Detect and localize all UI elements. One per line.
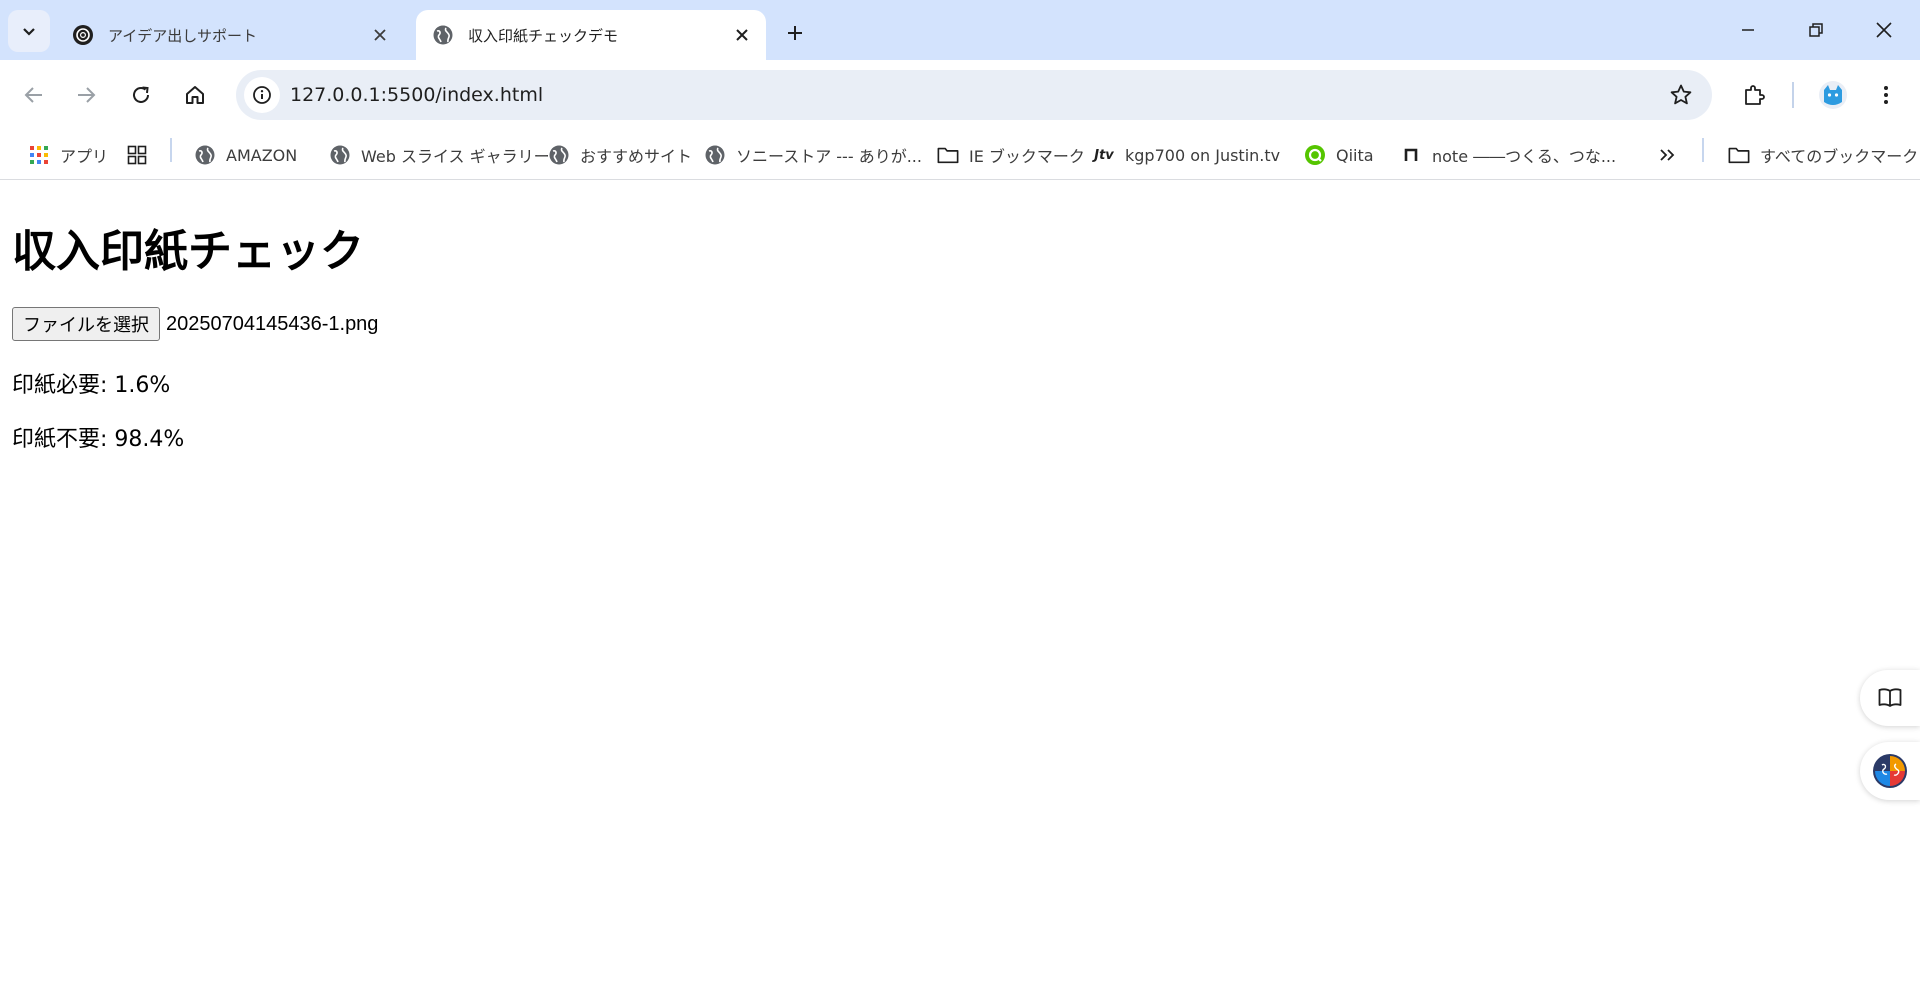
tab-idea-support[interactable]: アイデア出しサポート [56, 10, 404, 60]
bookmark-label: Web スライス ギャラリー [361, 147, 550, 166]
result-label: 印紙不要 [12, 427, 101, 452]
bookmark-label: ソニーストア --- ありが... [736, 147, 922, 166]
reading-mode-button[interactable] [1860, 670, 1920, 726]
minimize-icon [1742, 29, 1754, 31]
plus-icon [788, 26, 802, 40]
new-tab-button[interactable] [778, 16, 812, 50]
info-icon [253, 86, 271, 104]
arrow-left-icon [24, 87, 42, 103]
result-stamp-not-required: 印紙不要: 98.4% [12, 427, 185, 452]
note-icon [1400, 144, 1422, 166]
browser-toolbar: 127.0.0.1:5500/index.html [0, 60, 1920, 130]
bookmark-label: おすすめサイト [580, 147, 693, 166]
profile-avatar[interactable] [1813, 75, 1853, 115]
bookmarks-bar: アプリ AMAZON Web スライス ギャラリー おすすめサイト ソニーストア… [0, 130, 1920, 180]
bookmark-recommended-sites[interactable]: おすすめサイト [548, 140, 692, 170]
bookmarks-overflow-button[interactable] [1656, 140, 1688, 170]
bookmark-all-bookmarks[interactable]: すべてのブックマーク [1728, 140, 1918, 170]
globe-icon [432, 24, 454, 46]
tab-title: 収入印紙チェックデモ [468, 26, 619, 45]
folder-icon [937, 144, 959, 166]
bookmark-label: アプリ [60, 147, 109, 166]
bookmark-label: kgp700 on Justin.tv [1125, 145, 1281, 165]
bookmark-label: Qiita [1336, 145, 1374, 165]
puzzle-icon [1745, 85, 1765, 105]
bookmark-qiita[interactable]: Qiita [1304, 140, 1374, 170]
extensions-button[interactable] [1734, 75, 1774, 115]
window-close-button[interactable] [1856, 8, 1912, 52]
assistant-button[interactable] [1860, 742, 1920, 800]
tab-groups-icon [126, 144, 148, 166]
folder-icon [1728, 144, 1750, 166]
bookmark-separator [1702, 138, 1704, 162]
avatar-icon [1819, 81, 1847, 109]
chevron-double-right-icon [1656, 144, 1678, 166]
result-label: 印紙必要 [12, 373, 101, 398]
reload-icon [133, 86, 149, 103]
choose-file-button[interactable]: ファイルを選択 [12, 307, 160, 341]
selected-file-name: 20250704145436-1.png [166, 312, 379, 335]
menu-button[interactable] [1866, 75, 1906, 115]
bookmark-label: AMAZON [226, 145, 298, 165]
close-icon[interactable] [368, 23, 392, 47]
apps-grid-icon [28, 144, 50, 166]
bookmark-label: note ――つくる、つな... [1432, 147, 1617, 166]
page-content: 収入印紙チェック ファイルを選択 20250704145436-1.png 印紙… [0, 181, 1920, 1008]
globe-icon [329, 144, 351, 166]
toolbar-separator [1792, 82, 1794, 108]
bookmark-note[interactable]: note ――つくる、つな... [1400, 140, 1616, 170]
arrow-right-icon [78, 87, 96, 103]
minimize-button[interactable] [1720, 8, 1776, 52]
close-icon[interactable] [730, 23, 754, 47]
close-icon [1876, 22, 1892, 38]
result-stamp-required: 印紙必要: 1.6% [12, 373, 171, 398]
result-value: 98.4% [114, 427, 185, 452]
tab-title: アイデア出しサポート [108, 26, 257, 45]
bookmark-label: IE ブックマーク [969, 147, 1085, 166]
bookmark-apps[interactable]: アプリ [28, 140, 108, 170]
home-icon [186, 86, 204, 104]
book-open-icon [1878, 688, 1902, 707]
bookmark-tab-groups[interactable] [126, 140, 158, 170]
forward-button[interactable] [66, 75, 106, 115]
tab-search-button[interactable] [8, 10, 50, 52]
bookmark-web-slice-gallery[interactable]: Web スライス ギャラリー [329, 140, 550, 170]
globe-icon [548, 144, 570, 166]
openai-icon [72, 24, 94, 46]
star-icon [1670, 84, 1692, 105]
brain-icon [1873, 754, 1907, 788]
bookmark-star-button[interactable] [1668, 82, 1694, 108]
globe-icon [194, 144, 216, 166]
restore-button[interactable] [1788, 8, 1844, 52]
bookmark-label: すべてのブックマーク [1760, 147, 1919, 166]
page-title: 収入印紙チェック [12, 226, 364, 277]
globe-icon [704, 144, 726, 166]
chevron-down-icon [23, 28, 35, 36]
address-bar[interactable]: 127.0.0.1:5500/index.html [236, 70, 1712, 120]
reload-button[interactable] [121, 75, 161, 115]
bookmark-separator [170, 138, 172, 162]
result-value: 1.6% [114, 373, 171, 398]
site-info-button[interactable] [244, 77, 280, 113]
file-input[interactable]: ファイルを選択 20250704145436-1.png [12, 307, 378, 341]
more-vertical-icon [1884, 86, 1888, 104]
url-text[interactable]: 127.0.0.1:5500/index.html [290, 84, 543, 106]
tab-strip: アイデア出しサポート 収入印紙チェックデモ [0, 0, 1920, 60]
jtv-icon: Jtv [1094, 147, 1114, 163]
bookmark-justin-tv[interactable]: Jtv kgp700 on Justin.tv [1093, 140, 1280, 170]
qiita-icon [1304, 144, 1326, 166]
restore-icon [1809, 23, 1823, 37]
bookmark-sony-store[interactable]: ソニーストア --- ありが... [704, 140, 922, 170]
home-button[interactable] [175, 75, 215, 115]
back-button[interactable] [14, 75, 54, 115]
tab-stamp-check-demo[interactable]: 収入印紙チェックデモ [416, 10, 766, 60]
bookmark-ie-bookmarks[interactable]: IE ブックマーク [937, 140, 1085, 170]
bookmark-amazon[interactable]: AMAZON [194, 140, 297, 170]
